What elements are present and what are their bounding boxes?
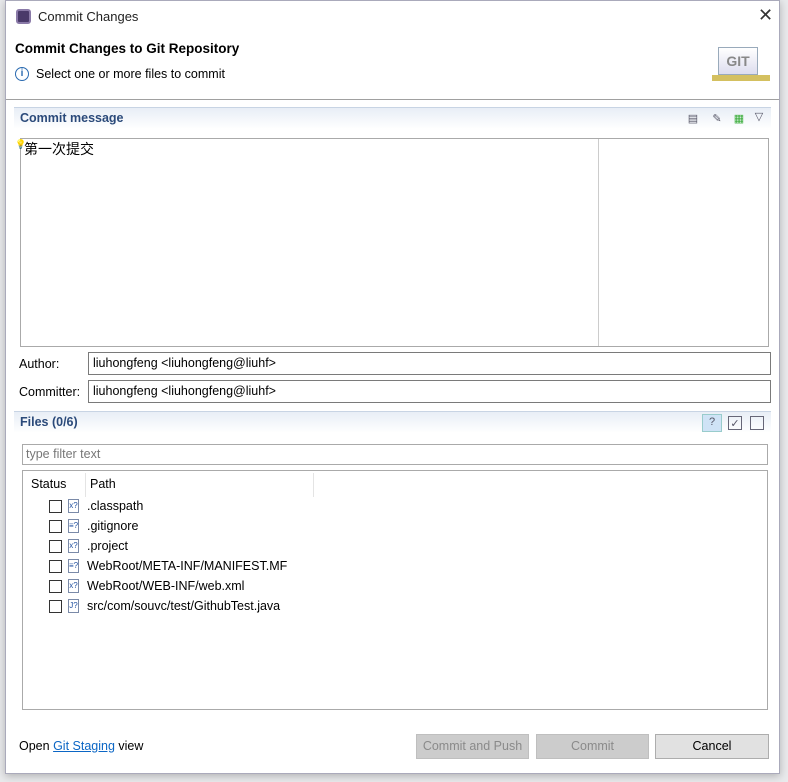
- commit-changes-dialog: Commit Changes ✕ Commit Changes to Git R…: [5, 0, 780, 774]
- xml-file-icon: x?: [68, 499, 79, 513]
- signed-off-icon[interactable]: ✎: [710, 112, 724, 126]
- window-title: Commit Changes: [38, 9, 139, 24]
- column-separator[interactable]: [313, 473, 314, 497]
- filter-input[interactable]: type filter text: [22, 444, 768, 465]
- git-staging-link[interactable]: Git Staging: [53, 739, 115, 753]
- divider: [6, 99, 779, 100]
- cancel-button[interactable]: Cancel: [655, 734, 769, 759]
- file-checkbox[interactable]: [49, 539, 62, 553]
- open-prefix: Open: [19, 739, 50, 753]
- xml-file-icon: x?: [68, 579, 79, 593]
- file-checkbox[interactable]: [49, 559, 62, 573]
- table-row[interactable]: x? WebRoot/WEB-INF/web.xml: [49, 576, 244, 596]
- open-suffix: view: [118, 739, 144, 753]
- section-title: Files (0/6): [20, 415, 78, 429]
- file-checkbox[interactable]: [49, 499, 62, 513]
- text-file-icon: ≡?: [68, 559, 79, 573]
- column-header-status[interactable]: Status: [31, 477, 66, 491]
- file-path: src/com/souvc/test/GithubTest.java: [87, 599, 281, 613]
- text-file-icon: ≡?: [68, 519, 79, 533]
- table-row[interactable]: ≡? .gitignore: [49, 516, 138, 536]
- deselect-all-icon[interactable]: [750, 416, 764, 430]
- xml-file-icon: x?: [68, 539, 79, 553]
- table-row[interactable]: x? .project: [49, 536, 128, 556]
- git-logo-icon: GIT: [718, 47, 758, 75]
- file-checkbox[interactable]: [49, 579, 62, 593]
- commit-button[interactable]: Commit: [536, 734, 649, 759]
- file-path: WebRoot/WEB-INF/web.xml: [87, 579, 245, 593]
- open-staging-text: Open Git Staging view: [19, 739, 143, 753]
- table-row[interactable]: x? .classpath: [49, 496, 143, 516]
- eclipse-app-icon: [16, 9, 31, 24]
- file-checkbox[interactable]: [49, 599, 62, 613]
- close-icon[interactable]: ✕: [758, 5, 773, 26]
- files-section-header: Files (0/6) ? ✓: [14, 411, 771, 433]
- file-path: WebRoot/META-INF/MANIFEST.MF: [87, 559, 288, 573]
- commit-message-input[interactable]: [20, 138, 769, 347]
- change-id-icon[interactable]: ▦: [732, 112, 746, 126]
- chevron-down-icon[interactable]: ▽: [752, 110, 766, 124]
- show-untracked-icon[interactable]: ?: [702, 414, 722, 432]
- banner-message: Select one or more files to commit: [36, 67, 225, 81]
- info-icon: i: [15, 67, 29, 81]
- message-ruler: [598, 139, 599, 346]
- banner-title: Commit Changes to Git Repository: [15, 41, 240, 56]
- section-title: Commit message: [20, 111, 124, 125]
- author-label: Author:: [19, 357, 60, 371]
- column-separator[interactable]: [85, 473, 86, 497]
- commit-message-section-header: Commit message ▤ ✎ ▦ ▽: [14, 107, 771, 129]
- committer-field[interactable]: liuhongfeng <liuhongfeng@liuhf>: [88, 380, 771, 403]
- file-path: .project: [87, 539, 128, 553]
- select-all-icon[interactable]: ✓: [728, 416, 742, 430]
- file-path: .gitignore: [87, 519, 139, 533]
- table-row[interactable]: J? src/com/souvc/test/GithubTest.java: [49, 596, 280, 616]
- file-checkbox[interactable]: [49, 519, 62, 533]
- title-bar: Commit Changes ✕: [6, 1, 779, 33]
- file-path: .classpath: [87, 499, 144, 513]
- java-file-icon: J?: [68, 599, 79, 613]
- commit-message-text[interactable]: 第一次提交: [24, 139, 94, 159]
- files-table: Status Path x? .classpath ≡? .gitignore x? .p…: [22, 470, 768, 710]
- committer-label: Committer:: [19, 385, 81, 399]
- previous-messages-icon[interactable]: ▤: [686, 112, 700, 126]
- git-logo-base: [712, 75, 770, 81]
- table-row[interactable]: ≡? WebRoot/META-INF/MANIFEST.MF: [49, 556, 287, 576]
- commit-and-push-button[interactable]: Commit and Push: [416, 734, 529, 759]
- author-field[interactable]: liuhongfeng <liuhongfeng@liuhf>: [88, 352, 771, 375]
- column-header-path[interactable]: Path: [90, 477, 116, 491]
